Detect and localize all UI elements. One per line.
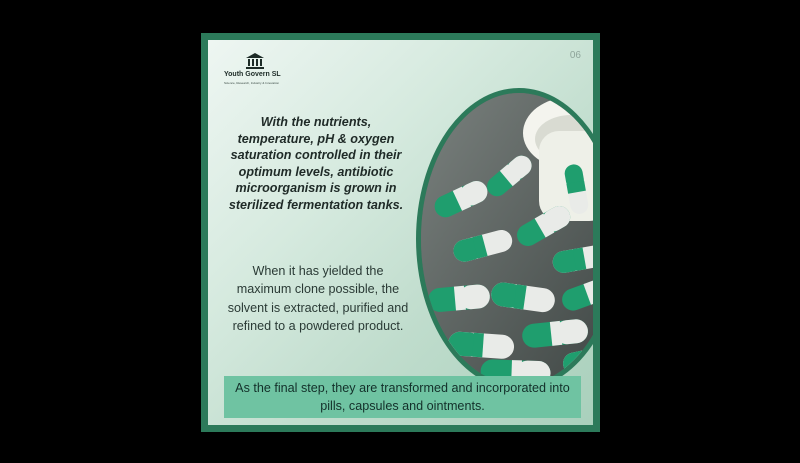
pillar-building-icon	[246, 53, 264, 69]
page-number: 06	[569, 50, 581, 61]
final-step-banner: As the final step, they are transformed …	[224, 376, 581, 418]
capsules-photo	[416, 88, 593, 390]
body-text: When it has yielded the maximum clone po…	[227, 264, 409, 333]
brand-tagline: Science, Research, Industry & Innovation	[224, 81, 280, 85]
card-content: Youth Govern SL Science, Research, Indus…	[208, 40, 593, 425]
info-card: Youth Govern SL Science, Research, Indus…	[201, 33, 600, 432]
capsules-illustration	[421, 93, 593, 385]
headline-text: With the nutrients, temperature, pH & ox…	[228, 115, 404, 212]
brand-name: Youth Govern SL	[224, 71, 281, 78]
